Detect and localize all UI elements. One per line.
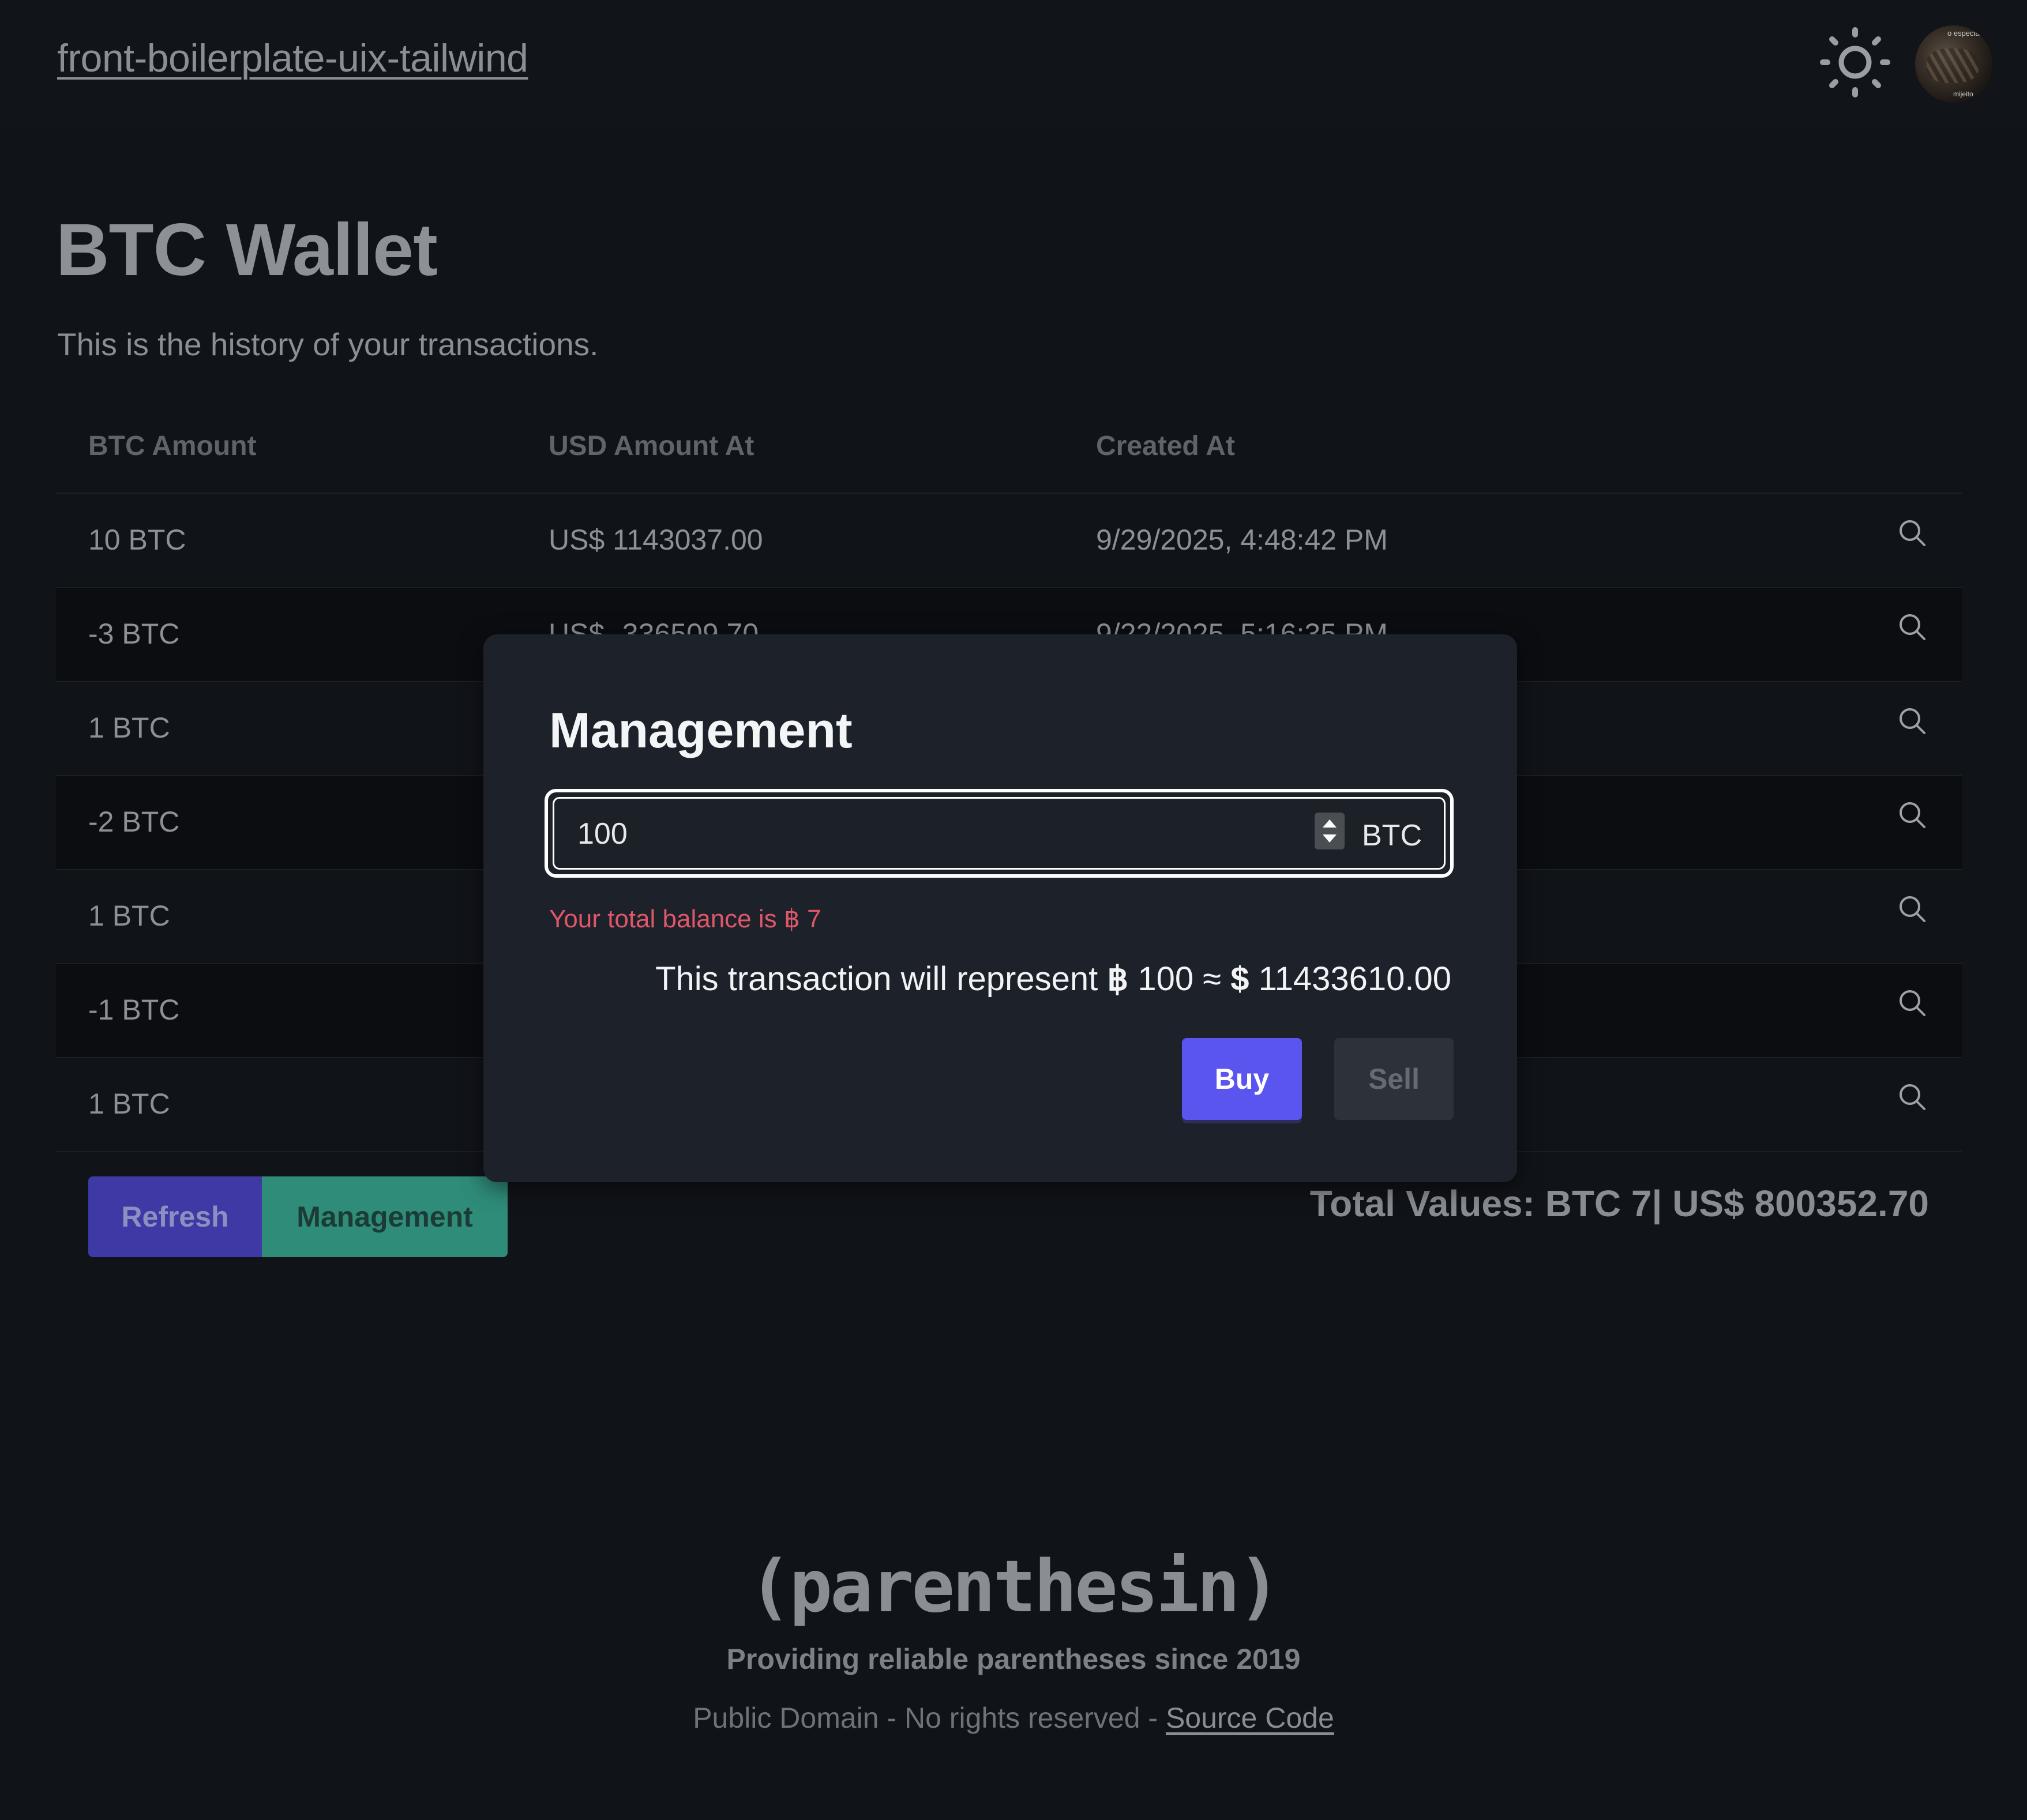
avatar-image: [1927, 48, 1979, 83]
table-header: BTC Amount USD Amount At Created At: [56, 409, 1962, 494]
btc-amount-cell: -2 BTC: [88, 806, 180, 838]
buy-button[interactable]: Buy: [1182, 1038, 1302, 1120]
btc-symbol: ฿: [1107, 960, 1129, 998]
btc-amount-cell: 10 BTC: [88, 524, 186, 556]
btc-amount-cell: -3 BTC: [88, 618, 180, 650]
page-subtitle: This is the history of your transactions…: [57, 326, 599, 362]
footer-tagline: Providing reliable parentheses since 201…: [726, 1643, 1301, 1675]
footer-logo: (parenthesin): [748, 1546, 1281, 1629]
footer-license: Public Domain - No rights reserved - Sou…: [0, 1701, 2027, 1735]
transaction-summary: This transaction will represent ฿ 100 ≈ …: [655, 959, 1451, 998]
column-header-usd-amount: USD Amount At: [549, 431, 755, 461]
amount-field-inner: BTC: [553, 797, 1446, 870]
btc-amount-cell: 1 BTC: [88, 900, 170, 932]
page-title: BTC Wallet: [56, 209, 438, 291]
search-icon[interactable]: [1895, 986, 1930, 1021]
search-icon[interactable]: [1895, 892, 1930, 927]
table-row: 10 BTC US$ 1143037.00 9/29/2025, 4:48:42 P…: [56, 494, 1962, 588]
avatar-caption-bottom: mijeito: [1953, 90, 1973, 98]
search-icon[interactable]: [1895, 610, 1930, 645]
amount-input[interactable]: [576, 810, 1271, 858]
balance-error: Your total balance is ฿ 7: [549, 905, 821, 933]
btc-amount-cell: 1 BTC: [88, 712, 170, 744]
search-icon[interactable]: [1895, 516, 1930, 551]
summary-usd-value: 11433610.00: [1249, 960, 1451, 998]
usd-amount-cell: US$ 1143037.00: [549, 524, 763, 556]
summary-btc-amount: 100 ≈: [1128, 960, 1231, 998]
management-modal: Management BTC Your total balance is ฿ 7…: [483, 634, 1517, 1182]
btc-amount-cell: -1 BTC: [88, 994, 180, 1026]
amount-field: BTC: [545, 789, 1454, 878]
total-values: Total Values: BTC 7| US$ 800352.70: [1309, 1183, 1929, 1224]
column-header-created-at: Created At: [1096, 431, 1235, 461]
management-button[interactable]: Management: [262, 1176, 508, 1257]
brand-link[interactable]: front-boilerplate-uix-tailwind: [57, 36, 528, 81]
stepper-up-icon[interactable]: [1323, 819, 1337, 828]
column-header-btc-amount: BTC Amount: [88, 431, 257, 461]
btc-amount-cell: 1 BTC: [88, 1088, 170, 1120]
license-text: Public Domain - No rights reserved -: [693, 1702, 1166, 1734]
number-stepper[interactable]: [1315, 813, 1345, 849]
summary-prefix: This transaction will represent: [655, 960, 1108, 998]
usd-symbol: $: [1230, 960, 1249, 998]
refresh-button[interactable]: Refresh: [88, 1176, 262, 1257]
search-icon[interactable]: [1895, 798, 1930, 833]
avatar-caption-top: o especial...: [1947, 29, 1988, 37]
top-header: front-boilerplate-uix-tailwind o especia…: [0, 0, 2027, 130]
search-icon[interactable]: [1895, 704, 1930, 739]
sun-icon[interactable]: [1819, 27, 1891, 98]
source-code-link[interactable]: Source Code: [1166, 1702, 1334, 1734]
sell-button[interactable]: Sell: [1334, 1038, 1454, 1120]
avatar[interactable]: o especial... mijeito: [1915, 25, 1992, 103]
created-at-cell: 9/29/2025, 4:48:42 PM: [1096, 524, 1388, 556]
stepper-down-icon[interactable]: [1323, 834, 1337, 843]
search-icon[interactable]: [1895, 1080, 1930, 1115]
amount-unit: BTC: [1362, 819, 1422, 852]
modal-title: Management: [549, 703, 853, 758]
